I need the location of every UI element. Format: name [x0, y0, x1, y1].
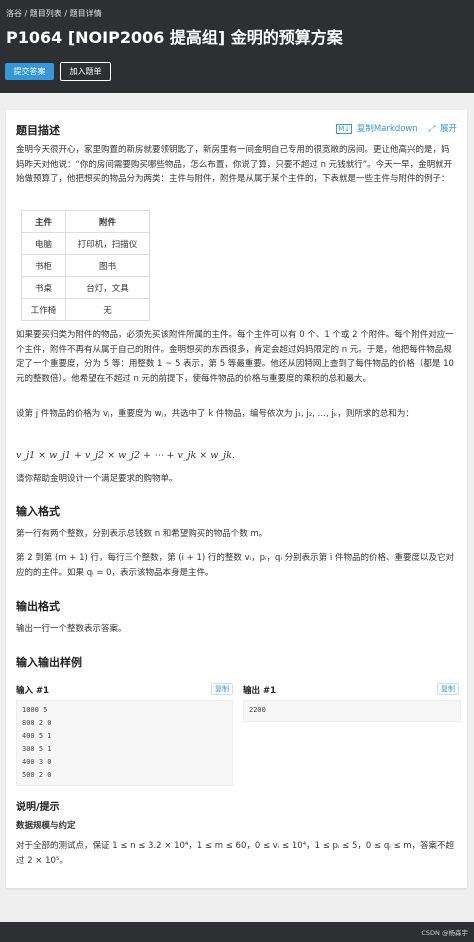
- description-title: 题目描述: [16, 124, 60, 137]
- description-paragraph-4: 请你帮助金明设计一个满足要求的购物单。: [16, 474, 178, 484]
- hint-paragraph: 对于全部的测试点，保证 1 ≤ n ≤ 3.2 × 10⁴，1 ≤ m ≤ 60…: [16, 841, 455, 866]
- sample-input-label: 输入 #1: [16, 686, 49, 696]
- items-table: 主件 附件 电脑 打印机，扫描仪 书柜 图书 书桌 台灯，文具 工作椅 无: [21, 210, 150, 321]
- table-row: 电脑 打印机，扫描仪: [21, 232, 150, 255]
- problem-card: 题目描述 M↓ 复制Markdown ⤢ 展开 金明今天很开心，家里购置的新房就…: [6, 110, 467, 888]
- table-cell: 电脑: [21, 232, 66, 255]
- toolbar: M↓ 复制Markdown ⤢ 展开: [328, 122, 457, 134]
- table-row: 书柜 图书: [21, 254, 150, 277]
- table-cell: 无: [65, 298, 150, 321]
- samples-title: 输入输出样例: [16, 656, 82, 669]
- submit-answer-button[interactable]: 提交答案: [5, 63, 54, 80]
- expand-link[interactable]: 展开: [440, 124, 457, 134]
- breadcrumb-home[interactable]: 洛谷: [6, 9, 22, 18]
- output-paragraph-1: 输出一行一个整数表示答案。: [16, 624, 127, 634]
- input-paragraph-1: 第一行有两个整数，分别表示总钱数 n 和希望购买的物品个数 m。: [16, 529, 268, 539]
- copy-input-button[interactable]: 复制: [211, 683, 233, 695]
- table-cell: 工作椅: [21, 298, 66, 321]
- table-cell: 台灯，文具: [65, 276, 150, 299]
- table-header: 主件: [21, 210, 66, 233]
- table-cell: 书柜: [21, 254, 66, 277]
- hint-title: 说明/提示: [16, 802, 60, 813]
- copy-output-button[interactable]: 复制: [437, 683, 459, 695]
- description-paragraph-3: 设第 j 件物品的价格为 vⱼ，重要度为 wⱼ，共选中了 k 件物品，编号依次为…: [16, 409, 414, 419]
- copy-markdown-link[interactable]: 复制Markdown: [357, 124, 418, 134]
- markdown-icon: M↓: [336, 124, 353, 134]
- table-header: 附件: [65, 210, 150, 233]
- table-row: 工作椅 无: [21, 298, 150, 321]
- input-format-title: 输入格式: [16, 505, 60, 518]
- add-to-list-button[interactable]: 加入题单: [60, 62, 111, 81]
- breadcrumb-separator: /: [24, 9, 28, 18]
- sum-formula: v_j1 × w_j1 + v_j2 × w_j2 + ⋯ + v_jk × w…: [16, 450, 235, 461]
- description-paragraph-1: 金明今天很开心，家里购置的新房就要领钥匙了，新房里有一间金明自己专用的很宽敞的房…: [16, 145, 453, 184]
- breadcrumb: 洛谷 / 题目列表 / 题目详情: [6, 8, 102, 19]
- description-paragraph-2: 如果要买归类为附件的物品，必须先买该附件所属的主件。每个主件可以有 0 个、1 …: [16, 330, 454, 384]
- input-paragraph-2: 第 2 到第 (m + 1) 行，每行三个整数，第 (i + 1) 行的整数 v…: [16, 553, 454, 578]
- table-row: 书桌 台灯，文具: [21, 276, 150, 299]
- watermark: CSDN @杨森宇: [421, 929, 468, 937]
- page-title: P1064 [NOIP2006 提高组] 金明的预算方案: [6, 28, 343, 47]
- page-footer: CSDN @杨森宇: [0, 922, 474, 942]
- breadcrumb-separator: /: [64, 9, 68, 18]
- page-header: 洛谷 / 题目列表 / 题目详情 P1064 [NOIP2006 提高组] 金明…: [0, 0, 474, 93]
- expand-icon: ⤢: [428, 124, 436, 134]
- sample-output-code: 2200: [243, 700, 461, 722]
- table-cell: 书桌: [21, 276, 66, 299]
- table-cell: 打印机，扫描仪: [65, 232, 150, 255]
- data-scale-title: 数据规模与约定: [16, 821, 76, 831]
- sample-input-code: 1000 5 800 2 0 400 5 1 300 5 1 400 3 0 5…: [16, 700, 233, 786]
- sample-output-label: 输出 #1: [243, 686, 276, 696]
- output-format-title: 输出格式: [16, 600, 60, 613]
- table-cell: 图书: [65, 254, 150, 277]
- breadcrumb-problem-list[interactable]: 题目列表: [30, 9, 62, 18]
- breadcrumb-current: 题目详情: [69, 9, 102, 18]
